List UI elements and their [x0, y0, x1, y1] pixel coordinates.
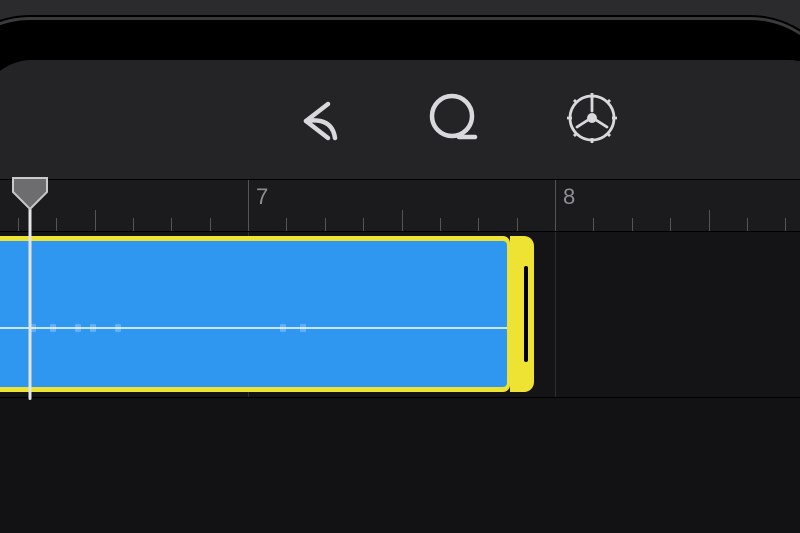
settings-button[interactable]	[560, 86, 624, 150]
ruler-subtick	[785, 218, 786, 232]
toolbar	[0, 60, 800, 180]
ruler-subtick	[747, 218, 748, 232]
ruler-bar-line	[555, 180, 556, 232]
ruler-subtick	[593, 218, 594, 232]
ruler-subtick	[709, 210, 710, 232]
loop-button[interactable]	[420, 86, 484, 150]
ruler-subtick	[56, 218, 57, 232]
ruler-subtick	[18, 218, 19, 232]
audio-clip-body	[0, 241, 507, 387]
undo-button[interactable]	[285, 86, 349, 150]
track-bar-divider	[555, 232, 556, 397]
timeline-ruler[interactable]: 78	[0, 180, 800, 232]
ruler-subtick	[670, 218, 671, 232]
gear-icon	[563, 89, 621, 147]
ruler-subtick	[325, 218, 326, 232]
ruler-bar-label: 7	[256, 184, 268, 210]
ruler-subtick	[133, 218, 134, 232]
ruler-bar-line	[248, 180, 249, 232]
screen: 78 +	[0, 60, 800, 533]
ruler-bar-label: 8	[563, 184, 575, 210]
audio-clip[interactable]	[0, 236, 510, 392]
ruler-subtick	[210, 218, 211, 232]
ruler-subtick	[632, 218, 633, 232]
ruler-subtick	[402, 210, 403, 232]
stage: 78 +	[0, 0, 800, 533]
ruler-subtick	[171, 218, 172, 232]
ruler-subtick	[95, 210, 96, 232]
ruler-subtick	[517, 218, 518, 232]
loop-icon	[423, 89, 481, 147]
empty-tracks-area[interactable]	[0, 398, 800, 533]
clip-trim-handle-right[interactable]	[510, 236, 534, 392]
ruler-subtick	[363, 218, 364, 232]
ruler-subtick	[478, 218, 479, 232]
clip-handle-grip	[524, 266, 528, 362]
ruler-subtick	[440, 218, 441, 232]
ruler-subtick	[286, 218, 287, 232]
undo-icon	[288, 89, 346, 147]
playhead-line[interactable]	[29, 208, 32, 400]
